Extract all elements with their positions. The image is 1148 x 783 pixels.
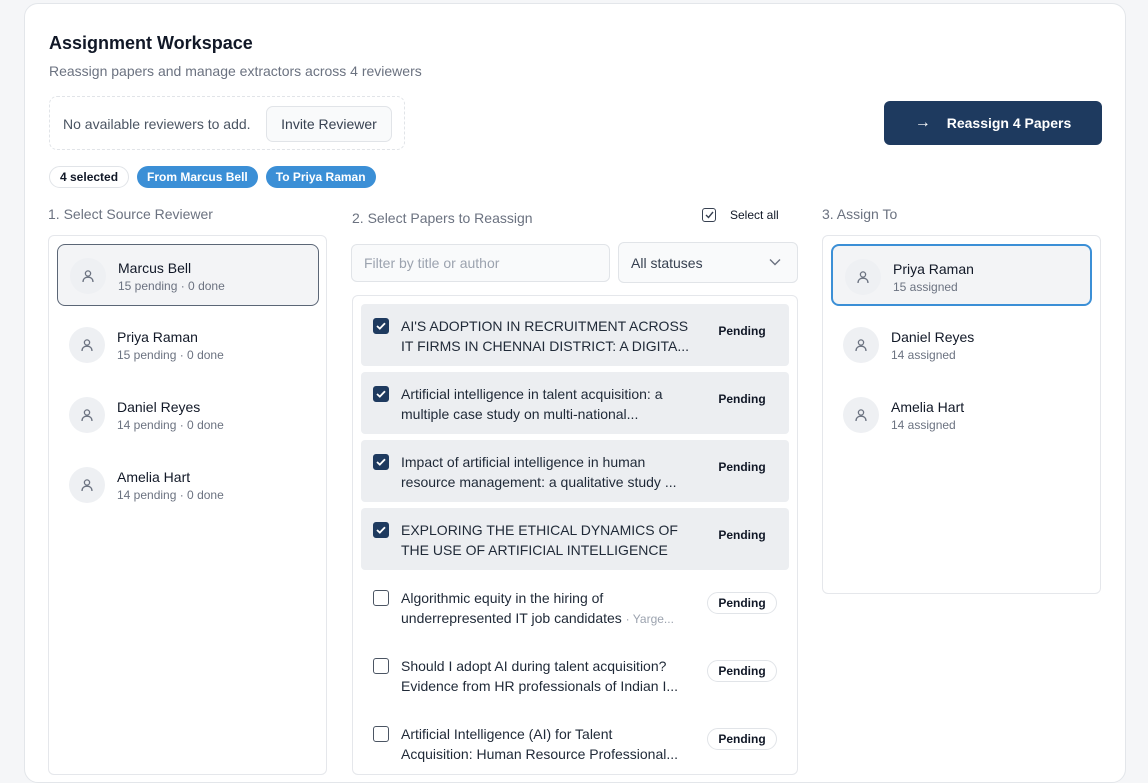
invite-reviewer-button[interactable]: Invite Reviewer xyxy=(266,106,392,142)
no-reviewers-message: No available reviewers to add. xyxy=(63,116,251,132)
select-all-label: Select all xyxy=(730,208,779,222)
status-badge: Pending xyxy=(718,392,766,406)
paper-row[interactable]: Artificial intelligence in talent acquis… xyxy=(361,372,789,434)
reviewer-meta: 15 pending · 0 done xyxy=(117,348,224,362)
paper-filter-input[interactable] xyxy=(351,244,610,282)
status-badge: Pending xyxy=(707,660,777,682)
paper-title: Should I adopt AI during talent acquisit… xyxy=(401,658,679,694)
checkbox-unchecked-icon[interactable] xyxy=(373,590,389,606)
checkbox-checked-icon[interactable] xyxy=(373,386,389,402)
reviewer-meta: 14 pending · 0 done xyxy=(117,488,224,502)
papers-list: AI'S ADOPTION IN RECRUITMENT ACROSS IT FI… xyxy=(352,295,798,775)
user-icon xyxy=(843,327,879,363)
source-reviewer-daniel-reyes[interactable]: Daniel Reyes 14 pending · 0 done xyxy=(57,384,319,446)
checkbox-checked-icon[interactable] xyxy=(373,318,389,334)
user-icon xyxy=(845,259,881,295)
status-badge: Pending xyxy=(718,460,766,474)
papers-label: 2. Select Papers to Reassign xyxy=(352,210,533,226)
assign-to-panel: Priya Raman 15 assigned Daniel Reyes 14 … xyxy=(822,235,1101,594)
target-reviewer-amelia-hart[interactable]: Amelia Hart 14 assigned xyxy=(831,384,1092,446)
page-subtitle: Reassign papers and manage extractors ac… xyxy=(49,63,422,79)
reviewer-name: Marcus Bell xyxy=(118,260,192,276)
page-title: Assignment Workspace xyxy=(49,33,253,53)
user-icon xyxy=(69,327,105,363)
paper-row[interactable]: EXPLORING THE ETHICAL DYNAMICS OF THE USE… xyxy=(361,508,789,570)
checkbox-unchecked-icon[interactable] xyxy=(373,658,389,674)
paper-row[interactable]: Artificial Intelligence (AI) for Talent A… xyxy=(361,712,789,774)
reviewer-meta: 14 assigned xyxy=(891,348,956,362)
paper-row[interactable]: Impact of artificial intelligence in hum… xyxy=(361,440,789,502)
reviewer-meta: 15 pending · 0 done xyxy=(118,279,225,293)
paper-author: · Yarge... xyxy=(625,612,674,626)
checkbox-unchecked-icon[interactable] xyxy=(373,726,389,742)
source-reviewer-label: 1. Select Source Reviewer xyxy=(48,206,213,222)
paper-title: AI'S ADOPTION IN RECRUITMENT ACROSS IT FI… xyxy=(401,318,690,354)
invite-reviewer-box: No available reviewers to add. Invite Re… xyxy=(49,96,405,150)
reviewer-meta: 14 assigned xyxy=(891,418,956,432)
target-reviewer-daniel-reyes[interactable]: Daniel Reyes 14 assigned xyxy=(831,314,1092,376)
reviewer-name: Amelia Hart xyxy=(891,399,965,415)
paper-title: Algorithmic equity in the hiring of under… xyxy=(401,590,674,626)
user-icon xyxy=(843,397,879,433)
status-badge: Pending xyxy=(718,528,766,542)
arrow-right-icon: → xyxy=(914,114,931,131)
source-reviewer-marcus-bell[interactable]: Marcus Bell 15 pending · 0 done xyxy=(57,244,319,306)
from-reviewer-chip: From Marcus Bell xyxy=(137,166,258,188)
source-reviewer-priya-raman[interactable]: Priya Raman 15 pending · 0 done xyxy=(57,314,319,376)
status-badge: Pending xyxy=(707,592,777,614)
user-icon xyxy=(70,258,106,294)
selected-count-chip: 4 selected xyxy=(49,166,130,188)
status-filter-select[interactable]: All statuses xyxy=(618,242,798,283)
paper-title: EXPLORING THE ETHICAL DYNAMICS OF THE USE… xyxy=(401,522,678,558)
reviewer-name: Priya Raman xyxy=(893,261,974,277)
reviewer-name: Priya Raman xyxy=(117,329,198,345)
user-icon xyxy=(69,397,105,433)
target-reviewer-priya-raman[interactable]: Priya Raman 15 assigned xyxy=(831,244,1092,306)
reviewer-meta: 15 assigned xyxy=(893,280,958,294)
user-icon xyxy=(69,467,105,503)
paper-title: Artificial Intelligence (AI) for Talent A… xyxy=(401,726,679,762)
paper-row[interactable]: Should I adopt AI during talent acquisit… xyxy=(361,644,789,706)
status-badge: Pending xyxy=(718,324,766,338)
status-badge: Pending xyxy=(707,728,777,750)
source-reviewer-amelia-hart[interactable]: Amelia Hart 14 pending · 0 done xyxy=(57,454,319,516)
paper-title: Impact of artificial intelligence in hum… xyxy=(401,454,677,490)
selection-chips: 4 selected From Marcus Bell To Priya Ram… xyxy=(49,166,376,188)
paper-title: Artificial intelligence in talent acquis… xyxy=(401,386,663,422)
reassign-papers-button[interactable]: → Reassign 4 Papers xyxy=(884,101,1102,145)
paper-row[interactable]: AI'S ADOPTION IN RECRUITMENT ACROSS IT FI… xyxy=(361,304,789,366)
status-filter-value: All statuses xyxy=(631,254,703,271)
checkbox-checked-icon xyxy=(702,208,716,222)
reviewer-name: Amelia Hart xyxy=(117,469,191,485)
select-all-toggle[interactable]: Select all xyxy=(702,208,779,222)
reviewer-name: Daniel Reyes xyxy=(117,399,201,415)
checkbox-checked-icon[interactable] xyxy=(373,454,389,470)
reassign-button-label: Reassign 4 Papers xyxy=(946,115,1072,131)
assign-to-label: 3. Assign To xyxy=(822,206,898,222)
chevron-down-icon xyxy=(769,259,781,266)
reviewer-name: Daniel Reyes xyxy=(891,329,975,345)
to-reviewer-chip: To Priya Raman xyxy=(265,166,376,188)
paper-row[interactable]: Algorithmic equity in the hiring of under… xyxy=(361,576,789,638)
checkbox-checked-icon[interactable] xyxy=(373,522,389,538)
reviewer-meta: 14 pending · 0 done xyxy=(117,418,224,432)
source-reviewer-panel: Marcus Bell 15 pending · 0 done Priya Ra… xyxy=(48,235,327,775)
